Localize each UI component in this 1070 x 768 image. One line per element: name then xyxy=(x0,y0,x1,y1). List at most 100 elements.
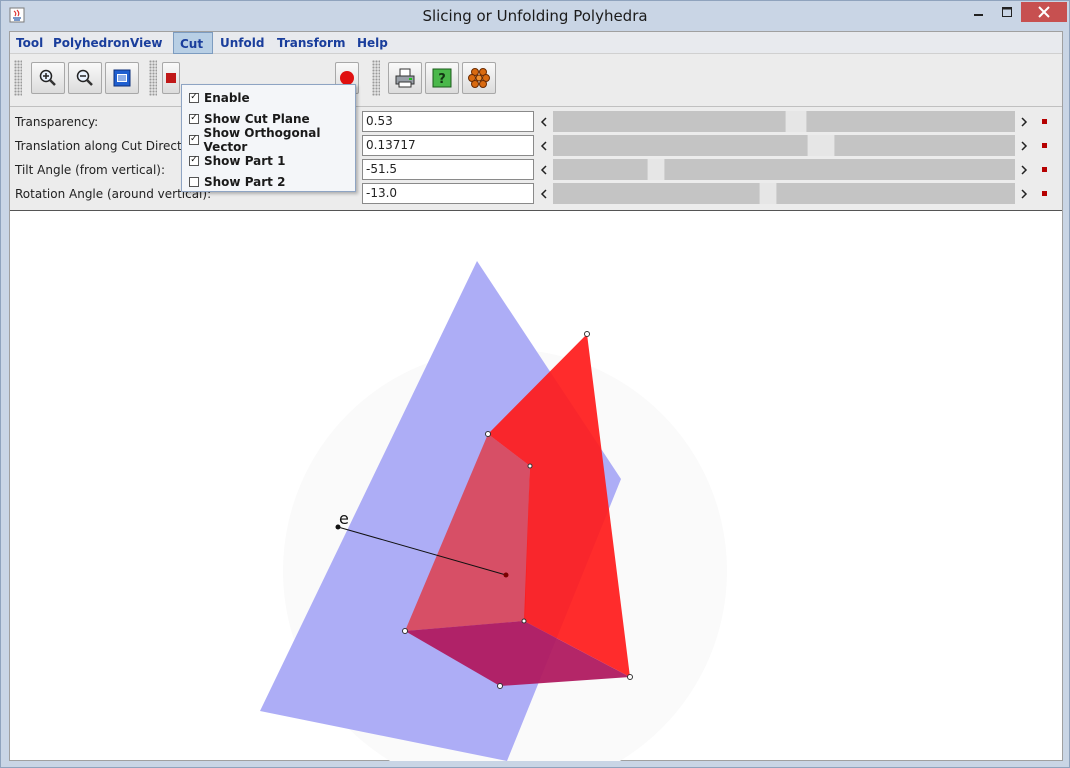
zoom-out-button[interactable] xyxy=(68,62,102,94)
zoom-in-icon xyxy=(39,69,56,86)
checkbox-icon[interactable]: ✓ xyxy=(189,113,199,124)
status-marker xyxy=(1042,119,1047,124)
menu-transform[interactable]: Transform xyxy=(271,32,351,54)
minimize-icon xyxy=(974,14,983,16)
close-button[interactable] xyxy=(1021,2,1067,22)
menu-item-label: Show Part 2 xyxy=(204,174,286,189)
slider-thumb[interactable] xyxy=(759,183,777,204)
slider-right-arrow[interactable] xyxy=(1016,135,1032,156)
chevron-right-icon xyxy=(1021,164,1028,175)
tilt-angle-field[interactable]: -51.5 xyxy=(362,159,534,180)
slider-right-arrow[interactable] xyxy=(1016,159,1032,180)
help-icon: ? xyxy=(432,68,452,88)
slider-thumb[interactable] xyxy=(785,111,807,132)
slider-track[interactable] xyxy=(553,159,1015,180)
zoom-in-button[interactable] xyxy=(31,62,65,94)
slider-track[interactable] xyxy=(553,111,1015,132)
vector-origin-point xyxy=(503,572,509,578)
main-panel: Tool Polyhedron View Cut Unfold Transfor… xyxy=(9,31,1063,768)
chevron-right-icon xyxy=(1021,116,1028,127)
menu-item-show-part-2[interactable]: Show Part 2 xyxy=(182,171,355,192)
translation-label: Translation along Cut Direction: xyxy=(15,139,205,153)
slider-track[interactable] xyxy=(553,135,1015,156)
tilt-angle-label: Tilt Angle (from vertical): xyxy=(15,163,165,177)
chevron-right-icon xyxy=(1021,140,1028,151)
checkbox-icon[interactable]: ✓ xyxy=(189,155,199,166)
tilt-angle-slider[interactable] xyxy=(536,159,1032,180)
translation-field[interactable]: 0.13717 xyxy=(362,135,534,156)
menu-polyhedron[interactable]: Polyhedron xyxy=(47,32,136,54)
vertex[interactable] xyxy=(485,431,491,437)
checkbox-icon[interactable]: ✓ xyxy=(189,134,199,145)
print-icon xyxy=(395,68,415,88)
vertex[interactable] xyxy=(584,331,590,337)
slider-right-arrow[interactable] xyxy=(1016,183,1032,204)
toolbar-grip[interactable] xyxy=(149,60,157,96)
status-marker xyxy=(1042,191,1047,196)
menu-item-show-orthogonal-vector[interactable]: ✓ Show Orthogonal Vector xyxy=(182,126,355,154)
maximize-button[interactable] xyxy=(993,2,1021,22)
print-button[interactable] xyxy=(388,62,422,94)
minimize-button[interactable] xyxy=(965,2,993,22)
vector-label: e xyxy=(339,509,349,528)
help-button[interactable]: ? xyxy=(425,62,459,94)
slider-right-arrow[interactable] xyxy=(1016,111,1032,132)
checkbox-icon[interactable] xyxy=(189,176,199,187)
menu-item-enable[interactable]: ✓ Enable xyxy=(182,87,355,108)
menu-tool[interactable]: Tool xyxy=(10,32,49,54)
menu-help[interactable]: Help xyxy=(351,32,394,54)
slider-thumb[interactable] xyxy=(647,159,665,180)
viewport-drawing: e xyxy=(260,261,727,768)
checkbox-icon[interactable]: ✓ xyxy=(189,92,199,103)
polyhedron-button[interactable] xyxy=(162,62,180,94)
menu-item-label: Show Part 1 xyxy=(204,153,286,168)
window-title: Slicing or Unfolding Polyhedra xyxy=(422,7,648,25)
vertex[interactable] xyxy=(402,628,408,634)
app-window: Slicing or Unfolding Polyhedra Tool Poly… xyxy=(0,0,1070,768)
molecule-icon xyxy=(468,68,490,88)
transparency-label: Transparency: xyxy=(15,115,99,129)
toolbar: ? xyxy=(10,54,1062,104)
parameters-panel: Transparency: 0.53 Translation along Cut… xyxy=(10,106,1062,210)
slider-thumb[interactable] xyxy=(807,135,835,156)
molecule-button[interactable] xyxy=(462,62,496,94)
vertex[interactable] xyxy=(527,463,533,469)
chevron-left-icon xyxy=(540,116,547,127)
chevron-right-icon xyxy=(1021,188,1028,199)
chevron-left-icon xyxy=(540,164,547,175)
menu-unfold[interactable]: Unfold xyxy=(214,32,270,54)
slider-left-arrow[interactable] xyxy=(536,159,552,180)
menu-cut[interactable]: Cut xyxy=(173,32,213,54)
vertex[interactable] xyxy=(627,674,633,680)
menu-item-label: Show Cut Plane xyxy=(204,111,310,126)
slider-left-arrow[interactable] xyxy=(536,183,552,204)
transparency-field[interactable]: 0.53 xyxy=(362,111,534,132)
rotation-angle-slider[interactable] xyxy=(536,183,1032,204)
cut-menu-dropdown: ✓ Enable ✓ Show Cut Plane ✓ Show Orthogo… xyxy=(181,84,356,192)
toolbar-grip[interactable] xyxy=(14,60,22,96)
menu-item-label: Enable xyxy=(204,90,250,105)
fit-view-button[interactable] xyxy=(105,62,139,94)
close-icon xyxy=(1038,6,1050,18)
slider-left-arrow[interactable] xyxy=(536,111,552,132)
vertex[interactable] xyxy=(521,618,527,624)
title-bar[interactable]: Slicing or Unfolding Polyhedra xyxy=(1,1,1069,31)
zoom-out-icon xyxy=(76,69,93,86)
slider-track[interactable] xyxy=(553,183,1015,204)
status-marker xyxy=(1042,143,1047,148)
chevron-left-icon xyxy=(540,140,547,151)
slider-left-arrow[interactable] xyxy=(536,135,552,156)
chevron-left-icon xyxy=(540,188,547,199)
menu-view[interactable]: View xyxy=(124,32,168,54)
status-marker xyxy=(1042,167,1047,172)
translation-slider[interactable] xyxy=(536,135,1032,156)
menu-item-show-part-1[interactable]: ✓ Show Part 1 xyxy=(182,150,355,171)
rotation-angle-field[interactable]: -13.0 xyxy=(362,183,534,204)
fit-view-icon xyxy=(113,69,131,87)
3d-viewport[interactable]: e xyxy=(10,210,1062,768)
maximize-icon xyxy=(1002,7,1012,17)
vertex[interactable] xyxy=(497,683,503,689)
transparency-slider[interactable] xyxy=(536,111,1032,132)
polyhedron-icon xyxy=(166,73,176,83)
toolbar-grip[interactable] xyxy=(372,60,380,96)
